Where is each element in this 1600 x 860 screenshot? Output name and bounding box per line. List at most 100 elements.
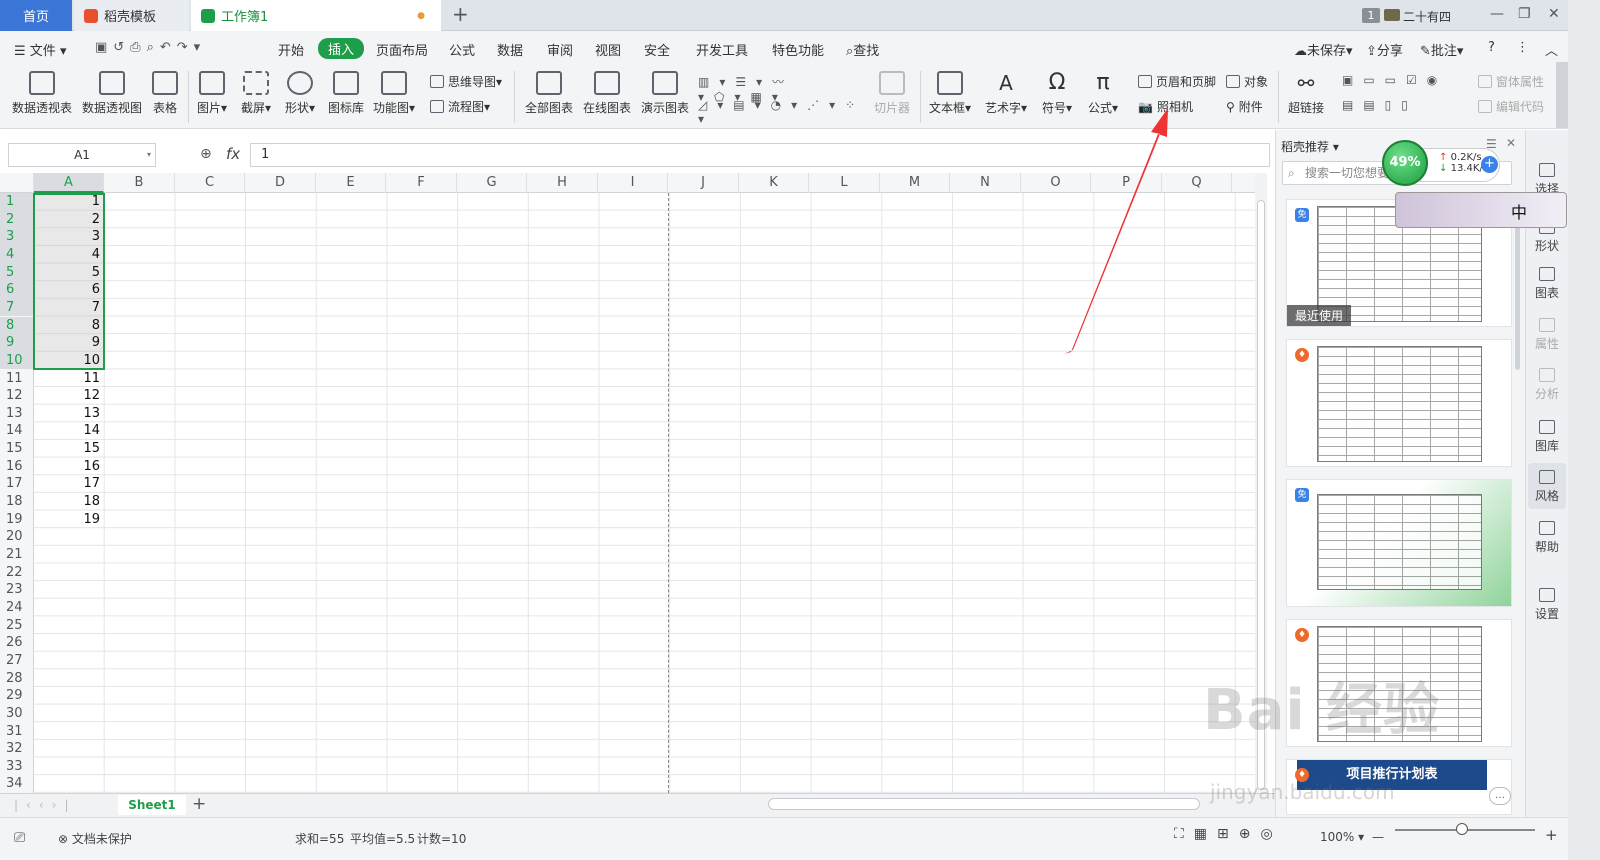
- column-header-m[interactable]: M: [880, 173, 950, 193]
- cell-a[interactable]: 5: [34, 264, 104, 282]
- add-sheet-button[interactable]: +: [192, 794, 206, 814]
- row-header[interactable]: 4: [0, 245, 34, 264]
- header-footer-button[interactable]: 页眉和页脚: [1138, 73, 1216, 90]
- pivot-table-button[interactable]: 数据透视表: [10, 69, 74, 116]
- tab-template[interactable]: 稻壳模板: [74, 0, 189, 31]
- column-header-g[interactable]: G: [457, 173, 527, 193]
- row-header[interactable]: 28: [0, 670, 34, 688]
- zoom-slider-handle[interactable]: [1456, 823, 1468, 835]
- cell-a[interactable]: 8: [34, 317, 104, 335]
- column-header-b[interactable]: B: [104, 173, 175, 193]
- ribbon-expand-handle[interactable]: [1556, 62, 1568, 128]
- accelerate-button[interactable]: +: [1481, 156, 1498, 173]
- column-header-o[interactable]: O: [1021, 173, 1091, 193]
- tab-home[interactable]: 首页: [0, 0, 72, 31]
- row-header[interactable]: 18: [0, 493, 34, 511]
- cell-grid[interactable]: [34, 193, 1255, 793]
- zoom-level[interactable]: 100% ▾: [1320, 830, 1364, 844]
- cell-a[interactable]: 1: [34, 193, 104, 211]
- right-tool-chart[interactable]: 图表: [1528, 267, 1566, 301]
- panel-close-icon[interactable]: ✕: [1506, 136, 1516, 150]
- column-header-e[interactable]: E: [316, 173, 386, 193]
- cell-a[interactable]: 13: [34, 405, 104, 423]
- cell-a[interactable]: 6: [34, 281, 104, 299]
- menu-view[interactable]: 视图: [595, 40, 621, 59]
- chat-icon[interactable]: …: [1489, 787, 1511, 805]
- row-header[interactable]: 21: [0, 546, 34, 564]
- row-header[interactable]: 7: [0, 298, 34, 317]
- edit-code-button[interactable]: 编辑代码: [1478, 98, 1544, 115]
- cell-a[interactable]: 9: [34, 334, 104, 352]
- row-header[interactable]: 34: [0, 775, 34, 793]
- right-tool-style[interactable]: 风格: [1528, 470, 1566, 504]
- column-header-j[interactable]: J: [668, 173, 739, 193]
- row-header[interactable]: 23: [0, 581, 34, 599]
- column-header-f[interactable]: F: [386, 173, 457, 193]
- object-button[interactable]: 对象: [1226, 73, 1268, 90]
- row-header[interactable]: 5: [0, 263, 34, 282]
- column-header-d[interactable]: D: [245, 173, 316, 193]
- share-button[interactable]: ⇪分享: [1366, 40, 1403, 59]
- row-header[interactable]: 27: [0, 652, 34, 670]
- quick-access-icons[interactable]: ▣↺⎙⌕↶↷▾: [95, 40, 206, 55]
- row-header[interactable]: 31: [0, 723, 34, 741]
- cell-a[interactable]: 15: [34, 440, 104, 458]
- cell-a[interactable]: 3: [34, 228, 104, 246]
- menu-security[interactable]: 安全: [644, 40, 670, 59]
- column-header-k[interactable]: K: [739, 173, 809, 193]
- column-header-p[interactable]: P: [1091, 173, 1162, 193]
- cell-a[interactable]: 11: [34, 370, 104, 388]
- column-header-n[interactable]: N: [950, 173, 1021, 193]
- row-header[interactable]: 29: [0, 687, 34, 705]
- row-header[interactable]: 12: [0, 387, 34, 405]
- pivot-chart-button[interactable]: 数据透视图: [80, 69, 144, 116]
- demo-charts-button[interactable]: 演示图表: [638, 69, 692, 116]
- flowchart-button[interactable]: 流程图 ▾: [430, 98, 490, 115]
- menu-data[interactable]: 数据: [497, 40, 523, 59]
- column-header-l[interactable]: L: [809, 173, 880, 193]
- column-header-c[interactable]: C: [175, 173, 245, 193]
- right-tool-properties[interactable]: 属性: [1528, 318, 1566, 352]
- menu-home[interactable]: 开始: [278, 40, 304, 59]
- horizontal-scrollbar[interactable]: [768, 798, 1200, 810]
- help-button[interactable]: ?: [1488, 40, 1495, 55]
- row-header[interactable]: 22: [0, 564, 34, 582]
- zoom-formula-icon[interactable]: ⊕: [200, 146, 212, 162]
- picture-button[interactable]: 图片▾: [194, 69, 230, 116]
- attachment-button[interactable]: ⚲ 附件: [1226, 98, 1263, 115]
- cell-a[interactable]: 17: [34, 475, 104, 493]
- cell-a[interactable]: 12: [34, 387, 104, 405]
- comment-button[interactable]: ✎批注▾: [1420, 40, 1463, 59]
- row-header[interactable]: 30: [0, 705, 34, 723]
- ime-toolbar[interactable]: [1395, 192, 1567, 228]
- view-mode-icons[interactable]: ⛶▦⊞⊕◎: [1174, 826, 1283, 842]
- row-header[interactable]: 13: [0, 405, 34, 423]
- online-charts-button[interactable]: 在线图表: [580, 69, 634, 116]
- avatar[interactable]: [1384, 9, 1400, 21]
- row-header[interactable]: 20: [0, 528, 34, 546]
- menu-review[interactable]: 审阅: [547, 40, 573, 59]
- new-tab-button[interactable]: +: [452, 2, 469, 26]
- row-header[interactable]: 16: [0, 458, 34, 476]
- row-header[interactable]: 15: [0, 440, 34, 458]
- row-header[interactable]: 3: [0, 228, 34, 246]
- row-header[interactable]: 26: [0, 634, 34, 652]
- tab-workbook[interactable]: 工作簿1 ●: [191, 0, 441, 31]
- row-header[interactable]: 8: [0, 316, 34, 335]
- row-header[interactable]: 2: [0, 210, 34, 229]
- right-tool-settings[interactable]: 设置: [1528, 588, 1566, 622]
- row-header[interactable]: 25: [0, 617, 34, 635]
- more-button[interactable]: ⋮: [1516, 40, 1529, 55]
- row-header[interactable]: 1: [0, 193, 34, 211]
- template-card[interactable]: ♦: [1286, 339, 1512, 467]
- symbol-button[interactable]: Ω 符号▾: [1040, 69, 1074, 116]
- slicer-button[interactable]: 切片器: [870, 69, 914, 116]
- chart-type-icons-row2[interactable]: ◿▾▤▾◔▾⋰▾⁘▾: [698, 98, 858, 126]
- close-button[interactable]: ✕: [1548, 6, 1560, 22]
- row-header[interactable]: 24: [0, 599, 34, 617]
- select-all-corner[interactable]: [0, 173, 34, 193]
- row-header[interactable]: 32: [0, 740, 34, 758]
- column-header-q[interactable]: Q: [1162, 173, 1232, 193]
- insert-function-button[interactable]: fx: [226, 145, 240, 163]
- row-header[interactable]: 10: [0, 351, 34, 370]
